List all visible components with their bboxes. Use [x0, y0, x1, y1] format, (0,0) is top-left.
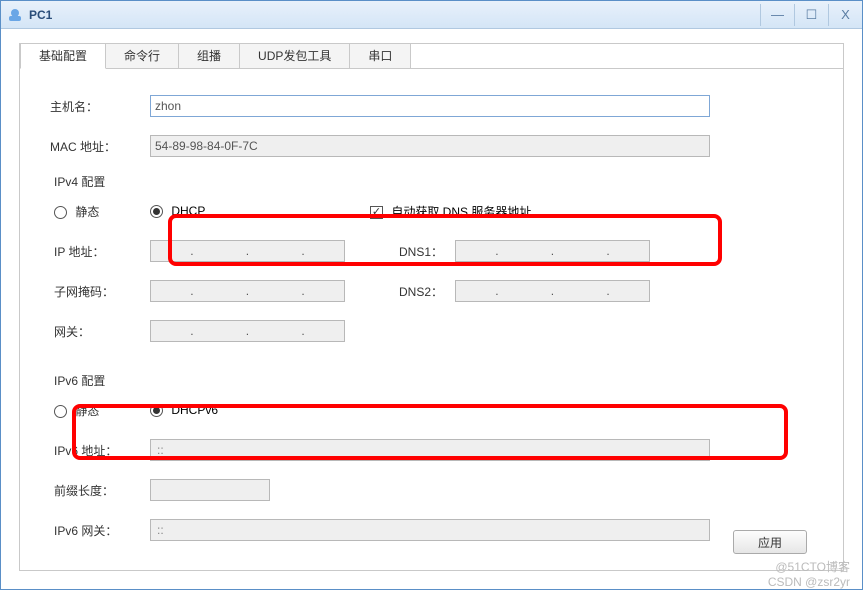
gw-input: ... — [150, 320, 345, 342]
ipv6-static-radio-wrap: 静态 — [50, 402, 150, 419]
form-area: 主机名： MAC 地址： IPv4 配置 静态 DHCP — [20, 69, 843, 567]
apply-button[interactable]: 应用 — [733, 530, 807, 554]
main-panel: 基础配置 命令行 组播 UDP发包工具 串口 主机名： MAC 地址： IPv4… — [19, 43, 844, 571]
ipv6-static-label: 静态 — [75, 404, 99, 418]
ipv4-static-label: 静态 — [75, 205, 99, 219]
window: PC1 — ☐ X 基础配置 命令行 组播 UDP发包工具 串口 主机名： — [0, 0, 863, 590]
hostname-input[interactable] — [150, 95, 710, 117]
dns2-input: ... — [455, 280, 650, 302]
ipv6-group-title: IPv6 配置 — [54, 372, 813, 389]
tab-serial[interactable]: 串口 — [349, 43, 411, 69]
client-area: 基础配置 命令行 组播 UDP发包工具 串口 主机名： MAC 地址： IPv4… — [1, 29, 862, 585]
ipv6-addr-label: IPv6 地址： — [50, 442, 150, 459]
hostname-label: 主机名： — [50, 98, 150, 115]
ipv4-static-radio-wrap: 静态 — [50, 203, 150, 220]
minimize-button[interactable]: — — [760, 4, 794, 26]
ipv4-dhcp-radio-wrap: DHCP — [150, 204, 370, 218]
maximize-button[interactable]: ☐ — [794, 4, 828, 26]
mac-input — [150, 135, 710, 157]
ip-label: IP 地址： — [50, 243, 150, 260]
ipv4-static-radio[interactable] — [54, 206, 67, 219]
window-buttons: — ☐ X — [760, 4, 862, 26]
ipv4-dhcp-radio[interactable] — [150, 205, 163, 218]
title-bar: PC1 — ☐ X — [1, 1, 862, 29]
ipv4-dhcp-label: DHCP — [171, 204, 205, 218]
tab-strip: 基础配置 命令行 组播 UDP发包工具 串口 — [20, 43, 843, 69]
auto-dns-wrap: 自动获取 DNS 服务器地址 — [370, 203, 531, 220]
app-icon — [7, 7, 23, 23]
close-button[interactable]: X — [828, 4, 862, 26]
tab-cli[interactable]: 命令行 — [105, 43, 179, 69]
ip-input: ... — [150, 240, 345, 262]
mask-input: ... — [150, 280, 345, 302]
ipv6-prefix-input — [150, 479, 270, 501]
auto-dns-label: 自动获取 DNS 服务器地址 — [391, 205, 531, 219]
ipv6-dhcp-radio-wrap: DHCPv6 — [150, 403, 218, 417]
ipv6-dhcp-radio[interactable] — [150, 404, 163, 417]
ipv6-static-radio[interactable] — [54, 405, 67, 418]
ipv6-gw-label: IPv6 网关： — [50, 522, 150, 539]
ipv6-gw-input: :: — [150, 519, 710, 541]
tab-underline — [20, 68, 843, 69]
tab-udp[interactable]: UDP发包工具 — [239, 43, 350, 69]
window-title: PC1 — [29, 8, 52, 22]
tab-basic[interactable]: 基础配置 — [20, 43, 106, 69]
mac-label: MAC 地址： — [50, 138, 150, 155]
ipv6-addr-input: :: — [150, 439, 710, 461]
ipv6-prefix-label: 前缀长度： — [50, 482, 150, 499]
ipv4-group-title: IPv4 配置 — [54, 173, 813, 190]
dns1-label: DNS1： — [399, 243, 455, 260]
dns1-input: ... — [455, 240, 650, 262]
gw-label: 网关： — [50, 323, 150, 340]
tab-multicast[interactable]: 组播 — [178, 43, 240, 69]
mask-label: 子网掩码： — [50, 283, 150, 300]
auto-dns-checkbox[interactable] — [370, 206, 383, 219]
ipv6-dhcp-label: DHCPv6 — [171, 403, 218, 417]
dns2-label: DNS2： — [399, 283, 455, 300]
